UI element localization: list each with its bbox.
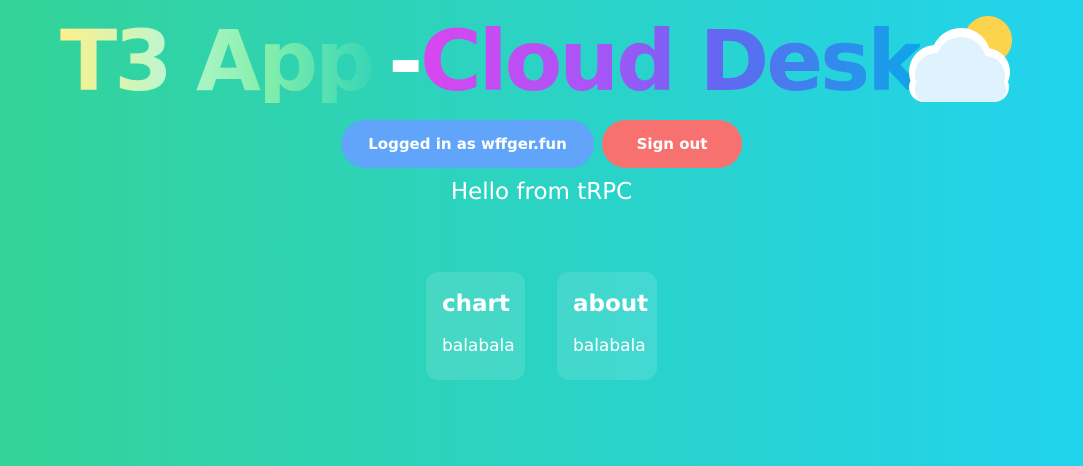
trpc-greeting: Hello from tRPC bbox=[450, 179, 633, 205]
about-card[interactable]: about balabala bbox=[557, 272, 657, 380]
sign-out-button[interactable]: Sign out bbox=[602, 120, 742, 168]
title-dash: - bbox=[388, 12, 423, 110]
title-app-text: T3 App bbox=[60, 12, 375, 110]
logged-in-status-button[interactable]: Logged in as wffger.fun bbox=[341, 120, 594, 168]
page: T3 App - Cloud Desk Logged in as wffger.… bbox=[0, 0, 1083, 466]
card-description: balabala bbox=[573, 336, 646, 356]
cloud-sun-icon bbox=[909, 16, 1012, 102]
auth-actions: Logged in as wffger.fun Sign out bbox=[341, 120, 742, 168]
chart-card[interactable]: chart balabala bbox=[426, 272, 525, 380]
title-cloud-desk-text: Cloud Desk bbox=[420, 12, 923, 110]
card-description: balabala bbox=[442, 336, 515, 356]
card-title: chart bbox=[442, 291, 510, 317]
card-list: chart balabala about balabala bbox=[426, 272, 657, 380]
page-title: T3 App - Cloud Desk bbox=[60, 6, 923, 116]
card-title: about bbox=[573, 291, 649, 317]
